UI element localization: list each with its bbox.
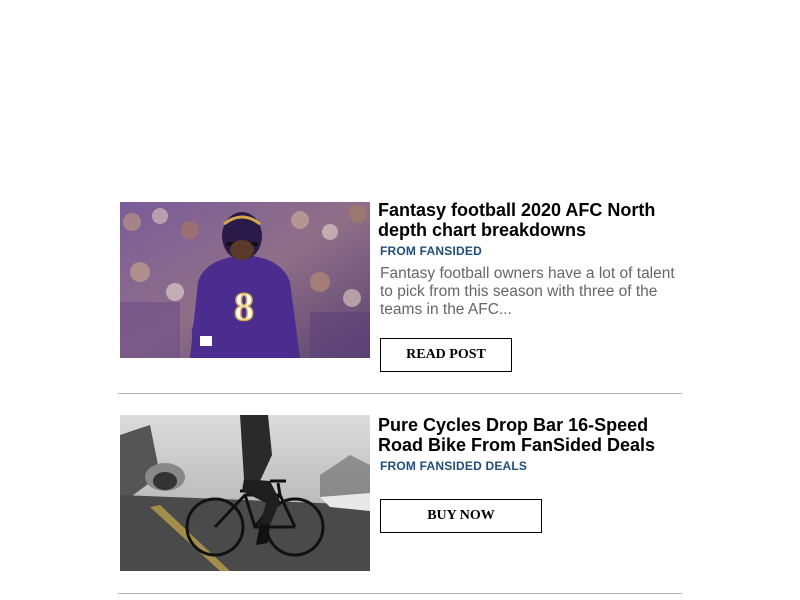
article-title[interactable]: Fantasy football 2020 AFC North depth ch… — [378, 200, 678, 240]
article-thumbnail[interactable]: 8 — [120, 202, 370, 358]
article-card: 8 Fantasy football 2020 AFC North depth … — [118, 200, 682, 394]
product-source: FROM FANSIDED DEALS — [380, 459, 528, 473]
football-player-image: 8 — [120, 202, 370, 358]
divider — [118, 593, 682, 594]
buy-now-button[interactable]: BUY NOW — [380, 499, 542, 533]
content-feed: 8 Fantasy football 2020 AFC North depth … — [118, 200, 682, 594]
article-content: Fantasy football 2020 AFC North depth ch… — [378, 200, 688, 319]
product-title[interactable]: Pure Cycles Drop Bar 16-Speed Road Bike … — [378, 415, 678, 455]
article-card: Pure Cycles Drop Bar 16-Speed Road Bike … — [118, 393, 682, 594]
article-source: FROM FANSIDED — [380, 244, 482, 258]
cyclist-image — [120, 415, 370, 571]
read-post-button[interactable]: READ POST — [380, 338, 512, 372]
product-content: Pure Cycles Drop Bar 16-Speed Road Bike … — [378, 415, 688, 473]
article-excerpt: Fantasy football owners have a lot of ta… — [380, 265, 675, 318]
product-thumbnail[interactable] — [120, 415, 370, 571]
svg-text:8: 8 — [234, 284, 254, 329]
